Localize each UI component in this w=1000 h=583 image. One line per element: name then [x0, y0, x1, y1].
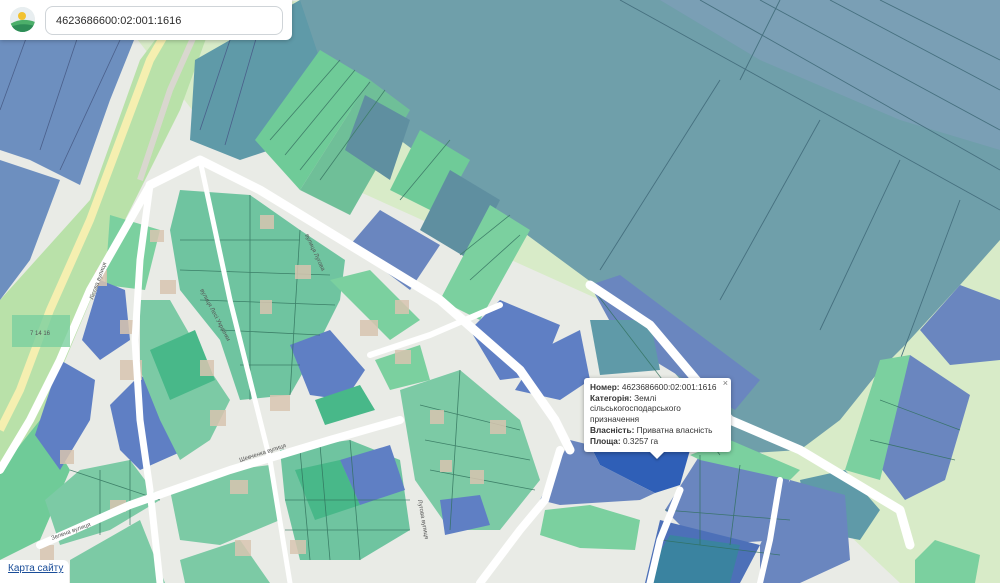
popup-category-value-2: сільськогосподарського призначення: [590, 403, 681, 425]
popup-area-row: Площа: 0.3257 га: [590, 436, 725, 447]
popup-number-row: Номер: 4623686600:02:001:1616: [590, 382, 725, 393]
search-panel: [0, 0, 292, 40]
cadastre-logo-icon[interactable]: [10, 7, 35, 32]
popup-category-value-1: Землі: [634, 392, 657, 403]
parcel-label: 7 14 16: [30, 331, 51, 337]
site-map-link[interactable]: Карта сайту: [0, 560, 70, 583]
cadastral-map[interactable]: 7 14 16 вулиця Лугова вулиця Лесі Україн…: [0, 0, 1000, 583]
parcel-info-popup: × Номер: 4623686600:02:001:1616 Категорі…: [584, 378, 731, 452]
popup-area-label: Площа:: [590, 435, 621, 446]
popup-category-row: Категорія: Землі: [590, 393, 725, 404]
popup-ownership-value: Приватна власність: [636, 424, 713, 435]
cadastral-number-search-input[interactable]: [45, 6, 283, 35]
popup-category-label: Категорія:: [590, 392, 632, 403]
popup-ownership-label: Власність:: [590, 424, 635, 435]
popup-area-value: 0.3257 га: [622, 435, 659, 446]
close-icon[interactable]: ×: [723, 378, 728, 389]
popup-number-label: Номер:: [590, 382, 620, 392]
popup-ownership-row: Власність: Приватна власність: [590, 425, 725, 436]
popup-tip: [649, 451, 665, 459]
popup-number-value: 4623686600:02:001:1616: [621, 382, 717, 392]
